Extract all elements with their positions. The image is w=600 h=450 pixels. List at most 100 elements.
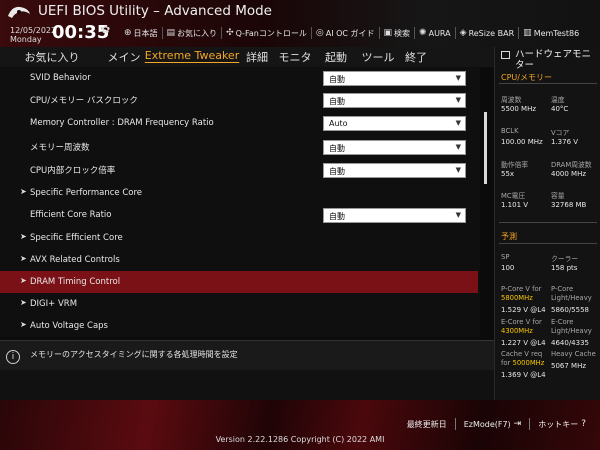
exit-arrow-icon: ⇥	[513, 419, 522, 429]
dram-frequency-value: 4000 MHz	[551, 170, 587, 178]
resize-bar-icon: ◈	[459, 28, 467, 38]
last-modified-button[interactable]: 最終更新日	[399, 419, 455, 430]
capacity-value: 32768 MB	[551, 201, 587, 209]
toolbar-qfan[interactable]: ✣ Q-Fanコントロール	[221, 27, 311, 39]
tab-boot[interactable]: 起動	[316, 47, 356, 67]
tab-exit[interactable]: 終了	[400, 47, 432, 67]
toolbar-ai-oc[interactable]: ◎ AI OC ガイド	[310, 27, 379, 39]
toolbar-favorites[interactable]: ▤ お気に入り	[161, 27, 222, 39]
heavy-cache-value: 5067 MHz	[551, 362, 587, 370]
date-display: 12/05/2022 Monday	[10, 26, 56, 44]
cache-voltage-label-text: Cache V req	[501, 350, 543, 358]
setting-dropdown[interactable]: Auto ▼	[323, 115, 466, 131]
setting-row-memory-frequency[interactable]: メモリー周波数 自動 ▼	[0, 136, 478, 158]
tab-advanced[interactable]: 詳細	[240, 47, 274, 67]
dropdown-value: 自動	[329, 96, 345, 106]
tab-extreme-tweaker[interactable]: Extreme Tweaker	[144, 47, 240, 67]
setting-dropdown[interactable]: 自動 ▼	[323, 207, 466, 223]
ai-oc-icon: ◎	[315, 28, 324, 38]
toolbar-search[interactable]: ▣ 検索	[378, 27, 415, 39]
info-icon: i	[6, 350, 20, 364]
submenu-label: Specific Efficient Core	[30, 233, 123, 243]
chevron-right-icon: ➤	[20, 276, 27, 285]
setting-row-efficient-core-ratio[interactable]: Efficient Core Ratio 自動 ▼	[0, 204, 478, 226]
cooler-label: クーラー	[551, 255, 579, 263]
chevron-right-icon: ➤	[20, 320, 27, 329]
setting-label: CPU内部クロック倍率	[30, 166, 116, 176]
clock-settings-icon[interactable]: ✿	[101, 23, 110, 36]
heavy-cache-label: Heavy Cache	[551, 350, 596, 358]
vcore-value: 1.376 V	[551, 138, 579, 146]
setting-label: CPU/メモリー バスクロック	[30, 96, 138, 106]
setting-row-cpu-ratio[interactable]: CPU内部クロック倍率 自動 ▼	[0, 159, 478, 181]
submenu-avx-related-controls[interactable]: ➤ AVX Related Controls	[0, 249, 478, 271]
ratio-label: 動作倍率	[501, 161, 529, 169]
settings-scrollbar[interactable]	[484, 112, 487, 184]
submenu-auto-voltage-caps[interactable]: ➤ Auto Voltage Caps	[0, 315, 478, 337]
tab-favorites[interactable]: お気に入り	[0, 47, 104, 67]
toolbar-favorites-label: お気に入り	[177, 28, 218, 38]
submenu-label: Auto Voltage Caps	[30, 321, 108, 331]
setting-row-bus-clock[interactable]: CPU/メモリー バスクロック 自動 ▼	[0, 89, 478, 111]
setting-row-dram-frequency-ratio[interactable]: Memory Controller : DRAM Frequency Ratio…	[0, 112, 478, 134]
cache-voltage-label: Cache V req for 5000MHz	[501, 350, 544, 368]
tab-main[interactable]: メイン	[104, 47, 144, 67]
tab-monitor[interactable]: モニタ	[274, 47, 316, 67]
main-menu-bar: お気に入り メイン Extreme Tweaker 詳細 モニタ 起動 ツール …	[0, 47, 494, 67]
chevron-down-icon: ▼	[455, 210, 461, 219]
toolbar-aura[interactable]: ✺ AURA	[414, 27, 455, 39]
ecore-light-heavy-value: 4640/4335	[551, 339, 589, 347]
toolbar-aura-label: AURA	[428, 28, 451, 38]
submenu-dram-timing-control[interactable]: ➤ DRAM Timing Control	[0, 271, 478, 293]
rog-logo-icon	[8, 6, 30, 18]
ezmode-button[interactable]: EzMode(F7) ⇥	[456, 419, 530, 429]
toolbar-resize-bar[interactable]: ◈ ReSize BAR	[454, 27, 519, 39]
cpu-frequency-value: 5500 MHz	[501, 105, 537, 113]
setting-dropdown[interactable]: 自動 ▼	[323, 70, 466, 86]
top-bar: UEFI BIOS Utility – Advanced Mode 12/05/…	[0, 0, 600, 47]
dropdown-value: 自動	[329, 166, 345, 176]
setting-row-svid-behavior[interactable]: SVID Behavior 自動 ▼	[0, 67, 478, 89]
settings-panel: SVID Behavior 自動 ▼ CPU/メモリー バスクロック 自動 ▼ …	[0, 67, 480, 337]
cpu-memory-section-title: CPU/メモリー	[501, 73, 552, 82]
bottom-bar: 最終更新日 EzMode(F7) ⇥ ホットキー ? Version 2.22.…	[0, 400, 600, 450]
mc-voltage-label: MC電圧	[501, 192, 526, 200]
cache-target-frequency: 5000MHz	[512, 359, 545, 367]
setting-dropdown[interactable]: 自動 ▼	[323, 162, 466, 178]
submenu-specific-efficient-core[interactable]: ➤ Specific Efficient Core	[0, 227, 478, 249]
ratio-value: 55x	[501, 170, 515, 178]
submenu-label: AVX Related Controls	[30, 255, 120, 265]
prediction-section-title: 予測	[501, 232, 517, 241]
app-title: UEFI BIOS Utility – Advanced Mode	[38, 3, 272, 19]
chevron-right-icon: ➤	[20, 254, 27, 263]
bottom-actions: 最終更新日 EzMode(F7) ⇥ ホットキー ?	[399, 418, 594, 430]
setting-label: SVID Behavior	[30, 73, 91, 83]
capacity-label: 容量	[551, 192, 565, 200]
submenu-specific-performance-core[interactable]: ➤ Specific Performance Core	[0, 182, 478, 204]
ezmode-label: EzMode(F7)	[463, 419, 511, 429]
cache-voltage-label-for: for	[501, 359, 513, 367]
cpu-temperature-label: 温度	[551, 96, 565, 104]
dropdown-value: 自動	[329, 211, 345, 221]
toolbar-memtest[interactable]: ▥ MemTest86	[518, 27, 583, 39]
weekday-text: Monday	[10, 35, 42, 44]
ecore-light-heavy-label: E-Core Light/Heavy	[551, 318, 592, 335]
chevron-down-icon: ▼	[455, 73, 461, 82]
pcore-voltage-value: 1.529 V @L4	[501, 306, 546, 314]
setting-label: メモリー周波数	[30, 143, 90, 153]
tab-tool[interactable]: ツール	[356, 47, 400, 67]
setting-dropdown[interactable]: 自動 ▼	[323, 139, 466, 155]
pcore-voltage-label-text: P-Core V for	[501, 285, 542, 293]
hw-monitor-title-text: ハードウェアモニター	[515, 49, 592, 71]
sp-value: 100	[501, 264, 515, 272]
section-divider	[499, 222, 597, 223]
help-bar: i メモリーのアクセスタイミングに関する各処理時間を設定	[0, 340, 494, 370]
submenu-digi-vrm[interactable]: ➤ DIGI+ VRM	[0, 293, 478, 315]
bookmark-icon: ▤	[166, 28, 176, 38]
globe-icon: ⊕	[124, 28, 132, 38]
setting-dropdown[interactable]: 自動 ▼	[323, 92, 466, 108]
toolbar-language[interactable]: ⊕ 日本語	[120, 27, 162, 39]
search-icon: ▣	[383, 28, 393, 38]
date-text: 12/05/2022	[10, 26, 57, 35]
hotkeys-button[interactable]: ホットキー ?	[530, 419, 594, 430]
